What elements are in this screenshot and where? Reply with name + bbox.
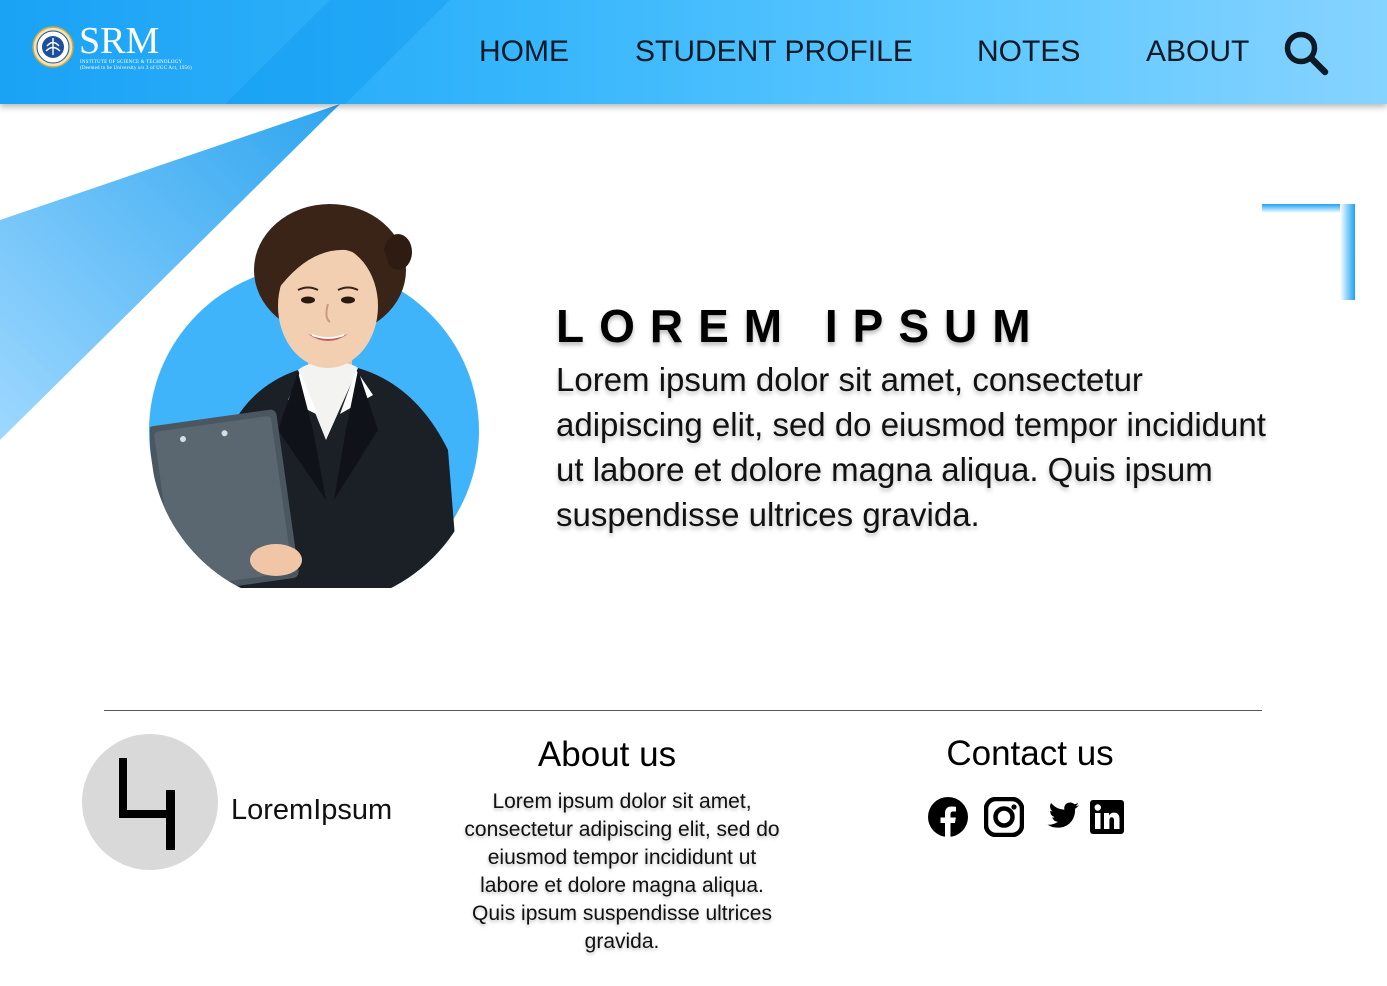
search-icon[interactable] xyxy=(1281,28,1331,78)
nav-about[interactable]: ABOUT xyxy=(1146,34,1249,70)
footer-divider xyxy=(104,710,1262,711)
corner-bracket-decoration xyxy=(1262,204,1355,300)
li-monogram-icon xyxy=(119,758,175,850)
nav-home[interactable]: HOME xyxy=(479,34,569,70)
nav-student-profile[interactable]: STUDENT PROFILE xyxy=(635,34,913,70)
srm-logo[interactable]: SRM INSTITUTE OF SCIENCE & TECHNOLOGY (D… xyxy=(32,20,192,76)
hero-title: LOREM IPSUM xyxy=(556,300,1046,352)
university-emblem-icon xyxy=(32,26,74,68)
student-portrait xyxy=(148,204,479,588)
linkedin-icon[interactable] xyxy=(1090,800,1124,834)
about-us-heading: About us xyxy=(537,735,677,774)
contact-us-heading: Contact us xyxy=(946,734,1114,773)
logo-subtitle: INSTITUTE OF SCIENCE & TECHNOLOGY (Deeme… xyxy=(80,60,192,71)
facebook-icon[interactable] xyxy=(928,797,968,837)
brand-logo[interactable] xyxy=(82,734,218,870)
instagram-icon[interactable] xyxy=(984,797,1024,837)
about-us-text: Lorem ipsum dolor sit amet, consectetur … xyxy=(464,790,780,953)
top-navigation-bar: SRM INSTITUTE OF SCIENCE & TECHNOLOGY (D… xyxy=(0,0,1387,104)
nav-notes[interactable]: NOTES xyxy=(977,34,1080,70)
logo-wordmark: SRM xyxy=(79,20,160,62)
twitter-icon[interactable] xyxy=(1040,797,1080,837)
hero-description: Lorem ipsum dolor sit amet, consectetur … xyxy=(556,361,1266,533)
brand-name: LoremIpsum xyxy=(231,794,393,826)
